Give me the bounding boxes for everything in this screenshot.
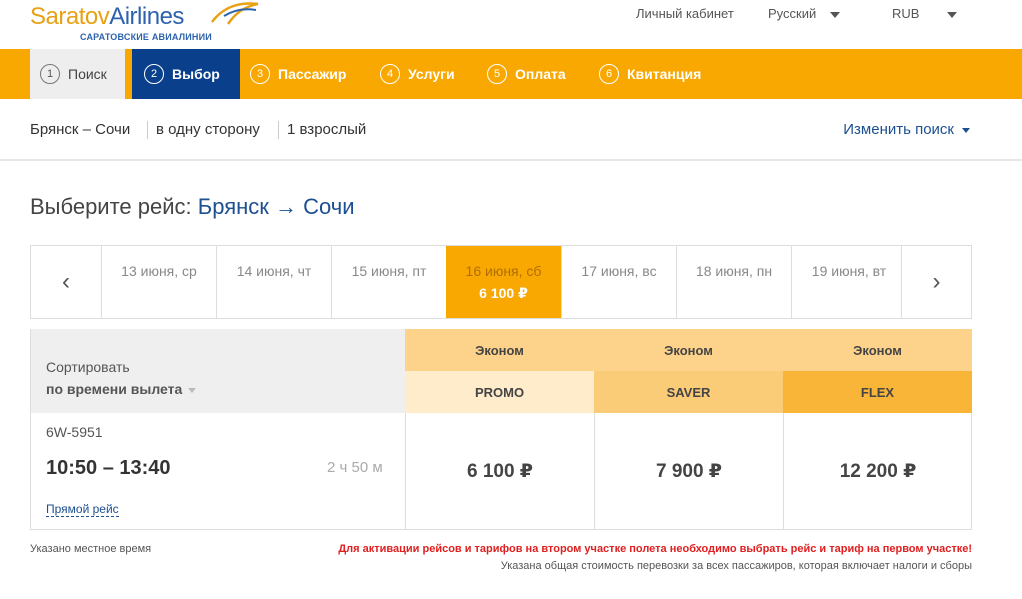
direct-flight-link[interactable]: Прямой рейс [46,503,119,517]
local-time-note: Указано местное время [30,543,152,555]
search-summary: Брянск – Сочи в одну сторону 1 взрослый … [0,99,1022,161]
date-label: 16 июня, сб [465,263,542,279]
flight-number: 6W-5951 [46,424,103,440]
step-services: 4 Услуги [380,49,455,99]
flight-times: 10:50 – 13:40 [46,457,171,479]
date-option[interactable]: 13 июня, ср [101,246,216,318]
date-min-price: 6 100 ₽ [479,285,528,301]
step-label: Пассажир [278,66,347,82]
title-prefix: Выберите рейс: [30,194,192,219]
route-summary: Брянск – Сочи [30,121,131,138]
sort-control[interactable]: Сортировать по времени вылета [31,329,405,413]
step-select[interactable]: 2 Выбор [132,49,240,99]
date-option[interactable]: 15 июня, пт [331,246,446,318]
divider [147,121,148,139]
currency-select[interactable]: RUB [892,6,958,21]
chevron-down-icon [962,127,970,133]
step-number: 3 [250,64,270,84]
step-number: 4 [380,64,400,84]
price-flex[interactable]: 12 200 ₽ [783,413,972,530]
step-label: Поиск [68,66,107,82]
title-destination: Сочи [303,194,355,219]
date-label: 17 июня, вс [581,263,657,279]
change-search-label: Изменить поиск [843,121,954,138]
total-cost-note: Указана общая стоимость перевозки за все… [500,560,972,572]
chevron-right-icon: › [932,268,941,295]
fare-header-promo: PROMO [405,371,594,413]
step-number: 2 [144,64,164,84]
step-label: Квитанция [627,66,702,82]
currency-label: RUB [892,6,920,21]
bird-logo-icon [211,2,259,25]
class-header: Эконом [783,329,972,371]
step-number: 1 [40,64,60,84]
sort-dropdown[interactable]: по времени вылета [46,381,197,397]
logo-subtitle: САРАТОВСКИЕ АВИАЛИНИИ [80,32,212,42]
date-option[interactable]: 18 июня, пн [676,246,791,318]
sort-value: по времени вылета [46,381,183,397]
sort-label: Сортировать [46,359,130,375]
booking-steps-bar: 1 Поиск 2 Выбор 3 Пассажир 4 Услуги 5 Оплата … [0,49,1022,99]
date-label: 14 июня, чт [236,263,312,279]
step-passenger: 3 Пассажир [250,49,346,99]
chevron-down-icon [188,387,197,393]
step-label: Выбор [172,66,220,82]
table-row: 6W-5951 10:50 – 13:40 2 ч 50 м Прямой ре… [31,413,971,530]
price-promo[interactable]: 6 100 ₽ [405,413,594,530]
date-option[interactable]: 17 июня, вс [561,246,676,318]
date-option[interactable]: 14 июня, чт [216,246,331,318]
step-number: 5 [487,64,507,84]
step-search[interactable]: 1 Поиск [30,49,125,99]
top-header: SaratovAirlines САРАТОВСКИЕ АВИАЛИНИИ Ли… [0,0,1022,49]
date-option-selected[interactable]: 16 июня, сб 6 100 ₽ [446,246,561,318]
language-select[interactable]: Русский [768,6,841,21]
prev-dates-button[interactable]: ‹ [31,246,101,318]
saratov-airlines-logo[interactable]: SaratovAirlines САРАТОВСКИЕ АВИАЛИНИИ [30,2,259,42]
class-header: Эконом [405,329,594,371]
step-label: Оплата [515,66,566,82]
date-label: 18 июня, пн [695,263,773,279]
date-strip: ‹ 13 июня, ср 14 июня, чт 15 июня, пт 16… [30,245,972,319]
step-number: 6 [599,64,619,84]
warning-note: Для активации рейсов и тарифов на втором… [338,543,972,555]
chevron-down-icon [947,11,958,18]
flight-duration: 2 ч 50 м [327,459,383,476]
page-title: Выберите рейс: Брянск → Сочи [30,194,355,220]
step-payment: 5 Оплата [487,49,566,99]
chevron-left-icon: ‹ [62,268,70,295]
change-search-button[interactable]: Изменить поиск [843,121,970,138]
logo-wordmark: SaratovAirlines [30,3,184,30]
arrow-right-icon: → [275,194,298,219]
trip-type-summary: в одну сторону [156,121,260,138]
flights-table: Сортировать по времени вылета Эконом Эко… [30,329,972,530]
class-header: Эконом [594,329,783,371]
chevron-down-icon [830,11,841,18]
step-label: Услуги [408,66,455,82]
passengers-summary: 1 взрослый [287,121,367,138]
next-dates-button[interactable]: › [901,246,971,318]
date-label: 15 июня, пт [351,263,427,279]
price-saver[interactable]: 7 900 ₽ [594,413,783,530]
divider [278,121,279,139]
fare-header-saver: SAVER [594,371,783,413]
language-label: Русский [768,6,817,21]
title-origin: Брянск [197,194,269,219]
date-label: 19 июня, вт [811,263,887,279]
date-option[interactable]: 19 июня, вт [791,246,906,318]
date-label: 13 июня, ср [121,263,197,279]
account-link[interactable]: Личный кабинет [636,6,734,21]
step-receipt: 6 Квитанция [599,49,701,99]
fare-header-flex: FLEX [783,371,972,413]
